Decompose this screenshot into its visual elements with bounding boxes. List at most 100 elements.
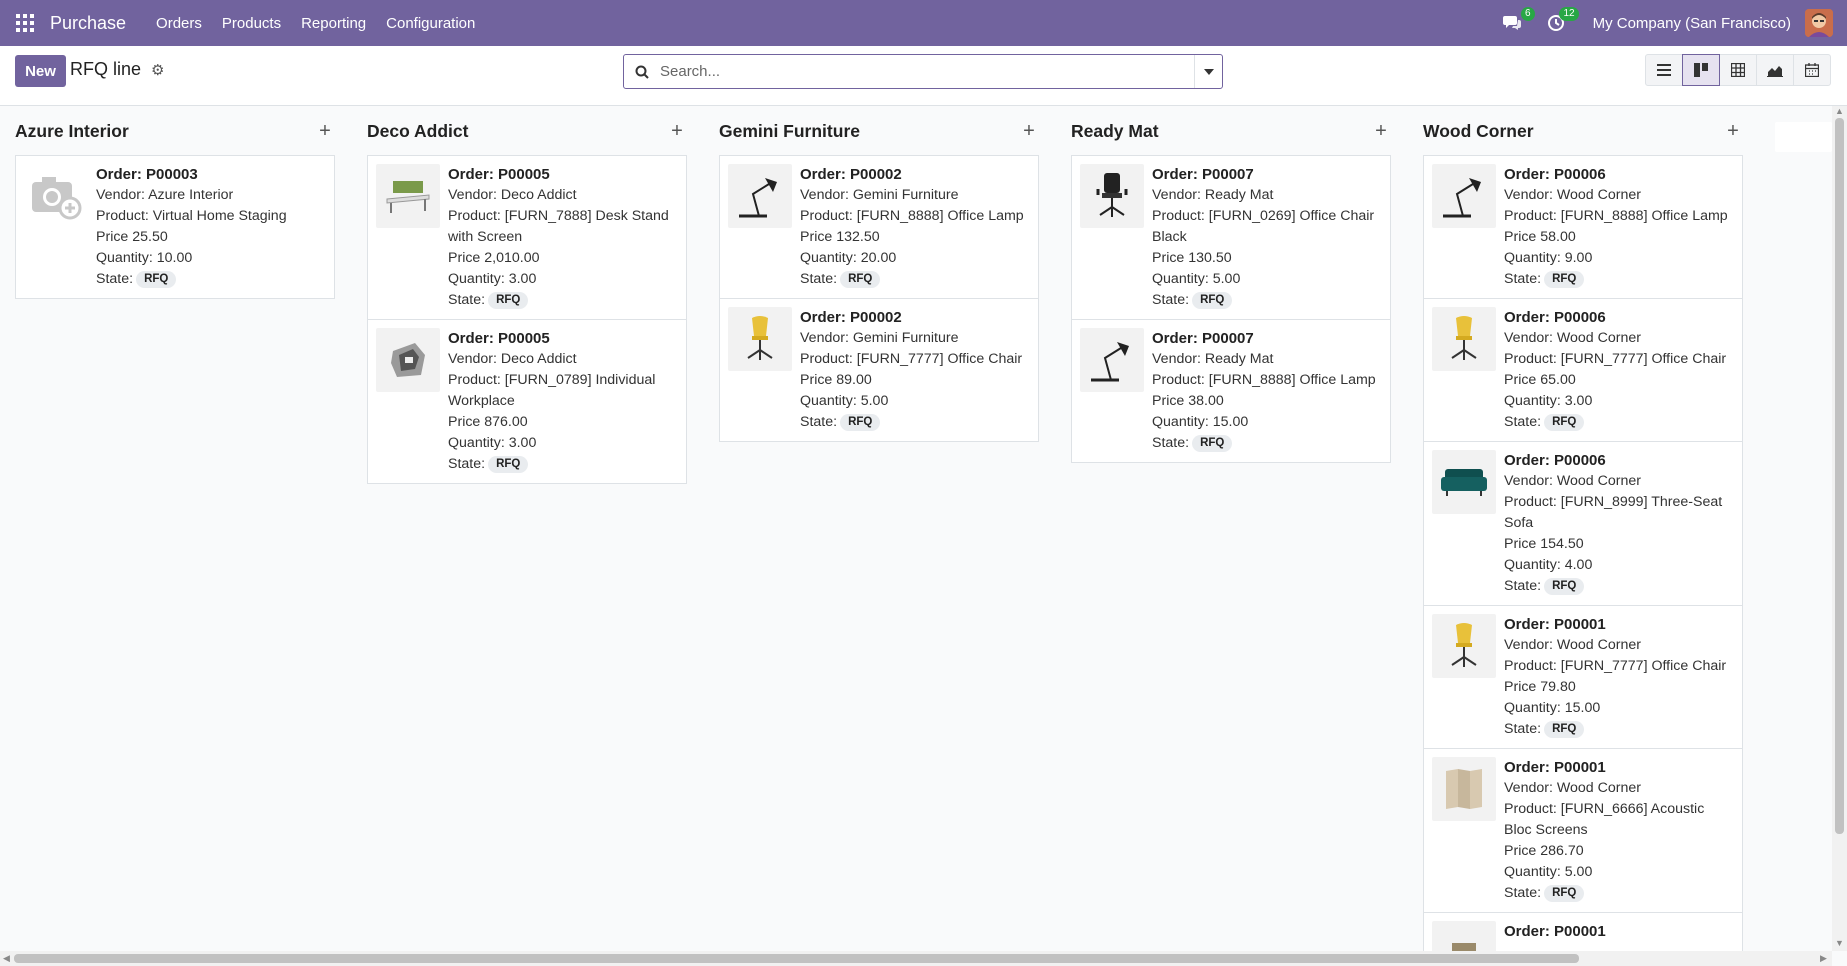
card-state-label: State: [1504, 271, 1542, 287]
kanban-icon [1694, 63, 1708, 77]
card-state-row: State: RFQ [1504, 883, 1734, 904]
search-options-toggle[interactable] [1194, 55, 1222, 88]
card-state-row: State: RFQ [800, 269, 1024, 290]
card-vendor: Vendor: Gemini Furniture [800, 330, 959, 346]
kanban-card[interactable]: Order: P00003 Vendor: Azure Interior Pro… [15, 155, 335, 299]
black-chair-icon [1080, 164, 1144, 228]
horizontal-scroll-thumb[interactable] [14, 954, 1579, 963]
menu-orders[interactable]: Orders [146, 0, 212, 46]
kanban-card[interactable]: Order: P00006 Vendor: Wood Corner Produc… [1423, 441, 1743, 606]
card-order: Order: P00001 [1504, 923, 1606, 940]
card-order: Order: P00003 [96, 166, 198, 183]
kanban-card[interactable]: Order: P00006 Vendor: Wood Corner Produc… [1423, 298, 1743, 442]
gear-icon[interactable]: ⚙ [151, 61, 164, 79]
card-state-label: State: [96, 271, 134, 287]
kanban-card[interactable]: Order: P00007 Vendor: Ready Mat Product:… [1071, 155, 1391, 320]
area-chart-icon [1767, 65, 1783, 77]
chat-icon [1502, 16, 1521, 30]
card-vendor: Vendor: Ready Mat [1152, 187, 1274, 203]
kanban-view-button[interactable] [1682, 54, 1720, 86]
graph-view-button[interactable] [1756, 54, 1794, 86]
kanban-card[interactable]: Order: P00005 Vendor: Deco Addict Produc… [367, 155, 687, 320]
column-header: Azure Interior + [15, 106, 335, 156]
messages-button[interactable]: 6 [1499, 7, 1535, 36]
column-title: Ready Mat [1071, 120, 1159, 141]
card-product: Product: [FURN_7777] Office Chair [800, 351, 1023, 367]
kanban-board: Azure Interior + Order: P00003 Vendor: A… [0, 106, 1832, 951]
apps-menu-icon[interactable] [0, 0, 50, 46]
list-icon [1657, 64, 1671, 76]
horizontal-scrollbar[interactable]: ◀ ▶ [0, 951, 1832, 966]
kanban-card[interactable]: Order: P00001 [1423, 912, 1743, 951]
column-header: Deco Addict + [367, 106, 687, 156]
card-quantity: Quantity: 4.00 [1504, 557, 1593, 573]
calendar-view-button[interactable] [1793, 54, 1831, 86]
state-badge: RFQ [488, 456, 529, 473]
card-product: Product: [FURN_7888] Desk Stand with Scr… [448, 208, 669, 245]
scroll-right-icon[interactable]: ▶ [1820, 953, 1827, 964]
user-avatar[interactable] [1805, 9, 1833, 37]
vertical-scrollbar[interactable]: ▲ ▼ [1832, 106, 1847, 951]
card-state-row: State: RFQ [1504, 412, 1726, 433]
kanban-card[interactable]: Order: P00001 Vendor: Wood Corner Produc… [1423, 748, 1743, 913]
kanban-card[interactable]: Order: P00002 Vendor: Gemini Furniture P… [719, 155, 1039, 299]
card-quantity: Quantity: 5.00 [1152, 271, 1241, 287]
card-state-label: State: [1504, 885, 1542, 901]
card-price: Price 132.50 [800, 229, 880, 245]
card-quantity: Quantity: 3.00 [1504, 393, 1593, 409]
list-view-button[interactable] [1645, 54, 1683, 86]
vertical-scroll-thumb[interactable] [1835, 118, 1844, 834]
yellow-chair-icon [1432, 307, 1496, 371]
card-state-label: State: [448, 292, 486, 308]
kanban-card[interactable]: Order: P00005 Vendor: Deco Addict Produc… [367, 319, 687, 484]
app-name[interactable]: Purchase [50, 13, 126, 34]
card-state-row: State: RFQ [1504, 269, 1728, 290]
column-title: Wood Corner [1423, 120, 1534, 141]
kanban-card[interactable]: Order: P00006 Vendor: Wood Corner Produc… [1423, 155, 1743, 299]
card-order: Order: P00001 [1504, 616, 1606, 633]
card-vendor: Vendor: Wood Corner [1504, 187, 1641, 203]
activities-button[interactable]: 12 [1543, 7, 1579, 36]
state-badge: RFQ [136, 271, 177, 288]
column-quick-create-icon[interactable]: + [667, 120, 687, 143]
column-quick-create-icon[interactable]: + [1371, 120, 1391, 143]
column-title: Deco Addict [367, 120, 469, 141]
card-state-label: State: [1504, 578, 1542, 594]
add-column-placeholder[interactable] [1775, 122, 1832, 152]
menu-reporting[interactable]: Reporting [291, 0, 376, 46]
activities-count-badge: 12 [1559, 7, 1579, 21]
column-quick-create-icon[interactable]: + [1019, 120, 1039, 143]
card-product: Product: [FURN_7777] Office Chair [1504, 658, 1727, 674]
kanban-column-azure-interior: Azure Interior + Order: P00003 Vendor: A… [15, 106, 335, 299]
kanban-column-ready-mat: Ready Mat + Order: P00007 Vendor: Ready … [1071, 106, 1391, 463]
card-price: Price 2,010.00 [448, 250, 540, 266]
column-quick-create-icon[interactable]: + [1723, 120, 1743, 143]
menu-products[interactable]: Products [212, 0, 291, 46]
new-button[interactable]: New [15, 55, 66, 87]
pivot-view-button[interactable] [1719, 54, 1757, 86]
kanban-card[interactable]: Order: P00002 Vendor: Gemini Furniture P… [719, 298, 1039, 442]
company-switcher[interactable]: My Company (San Francisco) [1593, 15, 1791, 32]
card-state-row: State: RFQ [800, 412, 1022, 433]
card-state-label: State: [1152, 435, 1190, 451]
kanban-card[interactable]: Order: P00007 Vendor: Ready Mat Product:… [1071, 319, 1391, 463]
card-quantity: Quantity: 3.00 [448, 435, 537, 451]
state-badge: RFQ [1192, 292, 1233, 309]
kanban-card[interactable]: Order: P00001 Vendor: Wood Corner Produc… [1423, 605, 1743, 749]
yellow-chair-icon [1432, 614, 1496, 678]
column-quick-create-icon[interactable]: + [315, 120, 335, 143]
scroll-up-icon[interactable]: ▲ [1835, 106, 1844, 116]
card-quantity: Quantity: 10.00 [96, 250, 193, 266]
search-input[interactable] [660, 56, 1194, 87]
card-vendor: Vendor: Wood Corner [1504, 330, 1641, 346]
yellow-chair-icon [728, 307, 792, 371]
card-price: Price 25.50 [96, 229, 168, 245]
scroll-left-icon[interactable]: ◀ [3, 953, 10, 964]
state-badge: RFQ [1544, 721, 1585, 738]
card-product: Product: Virtual Home Staging [96, 208, 287, 224]
card-order: Order: P00006 [1504, 309, 1606, 326]
card-product: Product: [FURN_8888] Office Lamp [800, 208, 1024, 224]
menu-configuration[interactable]: Configuration [376, 0, 485, 46]
scroll-down-icon[interactable]: ▼ [1835, 938, 1844, 948]
column-header: Gemini Furniture + [719, 106, 1039, 156]
